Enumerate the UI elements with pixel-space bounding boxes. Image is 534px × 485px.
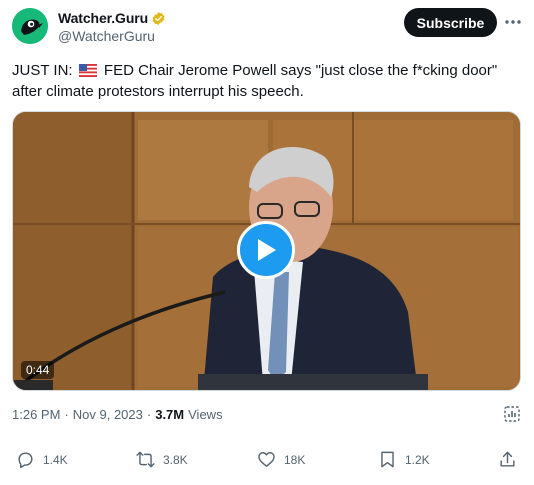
video-duration: 0:44 [21,361,55,379]
tweet-time[interactable]: 1:26 PM [12,407,60,422]
watcher-guru-logo-icon [12,8,48,44]
author-display-name[interactable]: Watcher.Guru [58,10,148,26]
share-icon [500,451,515,467]
bookmark-button[interactable]: 1.2K [378,450,430,469]
analytics-icon[interactable] [503,405,521,423]
play-button[interactable] [237,221,295,279]
retweet-icon [136,451,155,468]
reply-icon [18,452,33,469]
meta-separator: · [146,407,152,422]
views-count: 3.7M [155,407,185,422]
tweet-text-prefix: JUST IN: [12,62,77,79]
bookmark-icon [381,451,394,468]
tweet-meta: 1:26 PM · Nov 9, 2023 · 3.7M Views [12,407,223,422]
video-player[interactable]: 0:44 [12,111,521,391]
meta-separator: · [64,407,69,422]
author-handle[interactable]: @WatcherGuru [58,28,155,44]
author-name-row: Watcher.Guru [58,10,166,26]
retweet-count: 3.8K [163,452,188,467]
tweet-text: JUST IN: FED Chair Jerome Powell says "j… [12,60,522,102]
tweet-card: Watcher.Guru @WatcherGuru Subscribe JUST… [0,0,534,485]
verified-badge-icon[interactable] [151,11,166,26]
tweet-actions: 1.4K 3.8K 18K 1.2K [0,450,534,474]
reply-count: 1.4K [43,452,68,467]
tweet-date[interactable]: Nov 9, 2023 [73,407,143,422]
play-icon [258,239,276,261]
us-flag-icon [78,64,97,77]
share-button[interactable] [498,450,517,469]
more-dots-icon[interactable] [503,12,523,32]
like-button[interactable]: 18K [257,450,305,469]
bookmark-count: 1.2K [405,452,430,467]
views-label: Views [188,407,223,422]
avatar[interactable] [12,8,48,44]
reply-button[interactable]: 1.4K [16,450,68,469]
retweet-button[interactable]: 3.8K [136,450,188,469]
subscribe-button[interactable]: Subscribe [404,8,497,37]
like-count: 18K [284,452,306,467]
heart-icon [258,452,275,467]
